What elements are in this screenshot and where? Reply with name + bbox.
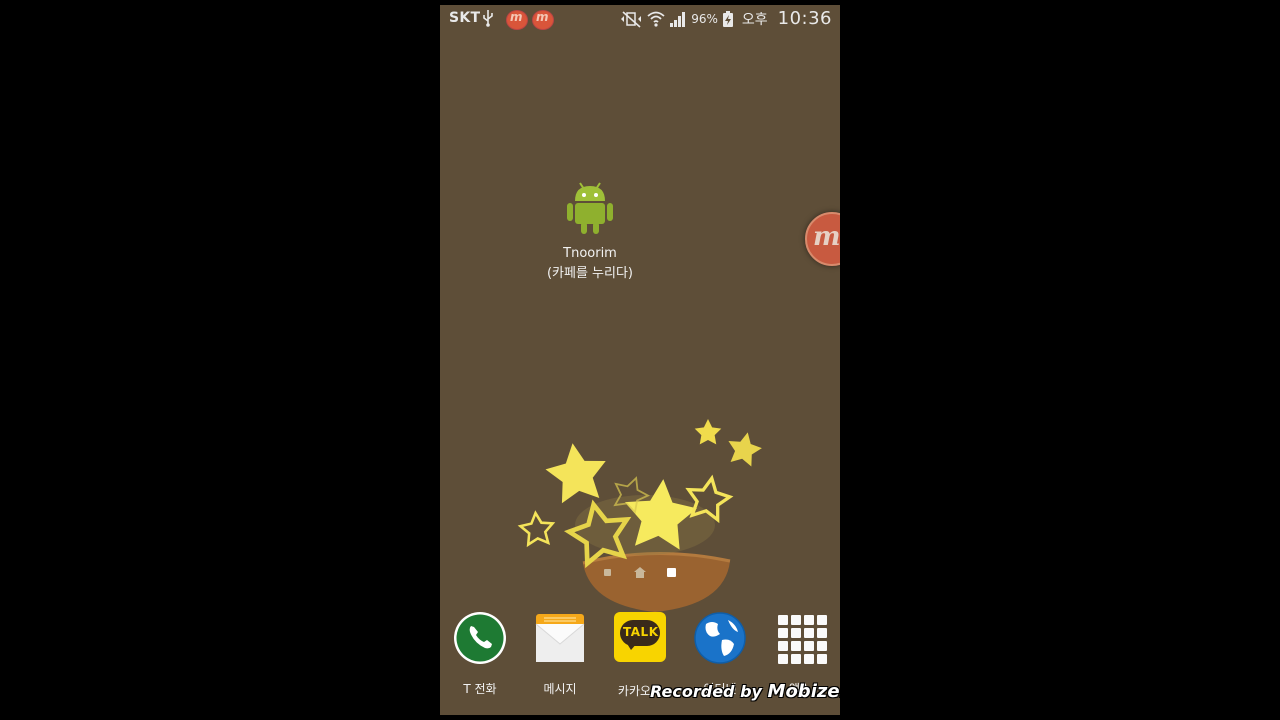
wallpaper-stars-art: [518, 419, 765, 612]
recording-watermark: Recorded by Mobizen: [650, 681, 840, 702]
carrier-label: SKT: [449, 10, 481, 26]
mobizen-icon: m: [532, 10, 554, 30]
dock-label: 메시지: [543, 682, 577, 696]
status-indicators: 96% 오후 10:36: [619, 8, 832, 29]
android-icon: [567, 182, 613, 234]
kakaotalk-icon: TALK: [614, 612, 666, 662]
page-indicator: [600, 567, 680, 579]
apps-grid-icon: [778, 615, 827, 664]
phone-screen: SKT m m 96% 오후 10:36 Tnoorim (카페를 누리다) m…: [440, 5, 840, 715]
usb-icon: [483, 10, 493, 27]
phone-icon: [454, 612, 506, 664]
page-dot[interactable]: [604, 569, 611, 576]
dock-item-messages[interactable]: 메시지: [520, 610, 600, 697]
home-page-icon[interactable]: [634, 567, 646, 578]
mute-vibrate-icon: [621, 10, 642, 28]
watermark-prefix: Recorded by: [650, 682, 768, 701]
shortcut-label: Tnoorim: [563, 246, 617, 261]
dock-item-phone[interactable]: T 전화: [440, 610, 520, 697]
watermark-brand: Mobizen: [767, 681, 840, 702]
wifi-icon: [647, 11, 665, 27]
clock: 10:36: [777, 8, 832, 29]
status-bar: SKT m m 96% 오후 10:36: [440, 5, 840, 33]
dock-label: T 전화: [463, 682, 497, 696]
globe-icon: [694, 612, 746, 664]
talk-icon-text: TALK: [623, 625, 659, 639]
signal-icon: [670, 11, 686, 27]
mobizen-icon: m: [506, 10, 528, 30]
page-dot-active[interactable]: [667, 568, 676, 577]
battery-percent: 96%: [691, 11, 718, 26]
shortcut-sublabel: (카페를 누리다): [546, 266, 634, 281]
bubble-letter: m: [813, 222, 840, 252]
shortcut-tnoorim[interactable]: Tnoorim (카페를 누리다): [535, 180, 645, 281]
battery-charging-icon: [722, 10, 733, 27]
messages-icon: [535, 614, 585, 662]
ampm-label: 오후: [741, 11, 768, 28]
